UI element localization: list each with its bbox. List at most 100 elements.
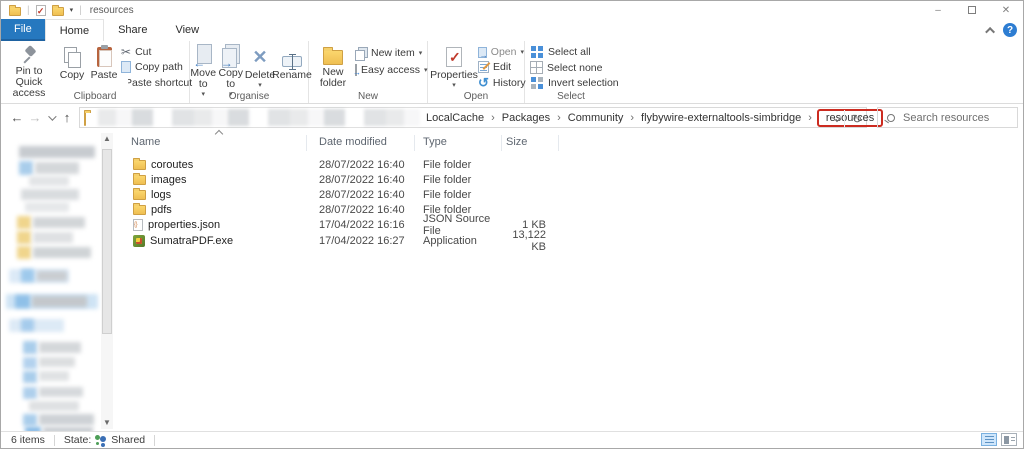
file-date-modified: 28/07/2022 16:40 bbox=[306, 204, 414, 216]
minimize-button[interactable]: – bbox=[921, 1, 955, 19]
ribbon-group-organise: ← Move to▾ → Copy to▾ ✕ Delete▾ Rename O… bbox=[190, 41, 309, 103]
breadcrumb-segment[interactable]: LocalCache bbox=[426, 112, 484, 124]
file-row[interactable]: SumatraPDF.exe17/04/2022 16:27Applicatio… bbox=[116, 233, 1023, 248]
history-icon: ↺ bbox=[478, 77, 489, 89]
file-type: File folder bbox=[414, 159, 501, 171]
tab-home[interactable]: Home bbox=[45, 19, 104, 41]
column-header-type[interactable]: Type bbox=[423, 136, 447, 148]
file-type: File folder bbox=[414, 174, 501, 186]
history-button[interactable]: ↺ History bbox=[478, 77, 524, 89]
file-name: properties.json bbox=[148, 219, 220, 231]
qat-properties-icon[interactable]: ✓ bbox=[36, 5, 46, 16]
maximize-button[interactable] bbox=[955, 1, 989, 19]
group-label-clipboard: Clipboard bbox=[1, 91, 189, 102]
application-icon bbox=[133, 235, 145, 247]
copy-path-button[interactable]: Copy path bbox=[121, 61, 189, 73]
breadcrumb-chevron-icon[interactable]: › bbox=[808, 112, 812, 124]
select-none-icon bbox=[530, 61, 543, 74]
invert-selection-button[interactable]: Invert selection bbox=[530, 77, 619, 89]
maximize-icon bbox=[968, 6, 976, 14]
explorer-window: | ✓ ▾ | resources – ✕ File Home Share Vi… bbox=[0, 0, 1024, 449]
item-count: 6 items bbox=[1, 434, 45, 446]
refresh-icon[interactable]: ↻ bbox=[844, 110, 862, 127]
quick-access-toolbar: | ✓ ▾ | resources bbox=[1, 5, 134, 16]
tab-file[interactable]: File bbox=[1, 19, 45, 41]
group-label-select: Select bbox=[525, 91, 617, 102]
move-to-button[interactable]: ← Move to▾ bbox=[190, 43, 217, 89]
dropdown-caret: ▾ bbox=[424, 66, 428, 74]
new-folder-button[interactable]: New folder bbox=[315, 43, 351, 89]
state-value: Shared bbox=[111, 434, 145, 446]
delete-button[interactable]: ✕ Delete▾ bbox=[245, 43, 275, 89]
breadcrumb-segment[interactable]: Packages bbox=[502, 112, 550, 124]
scroll-down-icon[interactable]: ▼ bbox=[101, 417, 113, 429]
shared-people-icon bbox=[94, 435, 108, 446]
address-folder-icon bbox=[84, 112, 86, 126]
column-header-size[interactable]: Size bbox=[506, 136, 527, 148]
search-icon bbox=[887, 114, 895, 122]
rename-button[interactable]: Rename bbox=[276, 43, 308, 89]
search-box[interactable] bbox=[877, 107, 1018, 128]
up-button[interactable]: ↑ bbox=[59, 110, 75, 125]
dropdown-caret: ▾ bbox=[520, 48, 524, 56]
edit-button[interactable]: Edit bbox=[478, 61, 524, 73]
paste-shortcut-button[interactable]: Paste shortcut bbox=[121, 77, 189, 89]
select-none-button[interactable]: Select none bbox=[530, 61, 619, 74]
forward-button[interactable]: → bbox=[27, 110, 43, 125]
file-date-modified: 28/07/2022 16:40 bbox=[306, 189, 414, 201]
paste-icon bbox=[97, 47, 112, 67]
address-row: ← → ↑ LocalCache › Packages › Community › flyb… bbox=[1, 104, 1023, 131]
properties-button[interactable]: Properties▾ bbox=[430, 43, 478, 89]
new-folder-icon bbox=[323, 50, 343, 65]
pushpin-icon bbox=[20, 44, 38, 66]
breadcrumb-chevron-icon[interactable]: › bbox=[630, 112, 634, 124]
file-row[interactable]: pdfs28/07/2022 16:40File folder bbox=[116, 203, 1023, 218]
cut-button[interactable]: ✂ Cut bbox=[121, 46, 189, 58]
column-header-date-modified[interactable]: Date modified bbox=[319, 136, 387, 148]
title-bar: | ✓ ▾ | resources – ✕ bbox=[1, 1, 1023, 19]
file-type: Application bbox=[414, 235, 501, 247]
new-item-button[interactable]: New item▾ bbox=[355, 46, 427, 60]
rename-icon bbox=[282, 56, 302, 67]
breadcrumb-chevron-icon[interactable]: › bbox=[557, 112, 561, 124]
close-button[interactable]: ✕ bbox=[989, 1, 1023, 19]
breadcrumb-chevron-icon[interactable]: › bbox=[491, 112, 495, 124]
help-icon[interactable]: ? bbox=[1003, 23, 1017, 37]
titlebar-divider: | bbox=[27, 5, 30, 16]
file-row[interactable]: coroutes28/07/2022 16:40File folder bbox=[116, 157, 1023, 172]
sidebar-scrollbar[interactable]: ▲ ▼ bbox=[101, 133, 113, 429]
recent-locations-icon[interactable] bbox=[48, 112, 56, 120]
open-button[interactable]: Open▾ bbox=[478, 46, 524, 58]
group-label-open: Open bbox=[428, 91, 524, 102]
select-all-button[interactable]: Select all bbox=[530, 46, 619, 58]
file-row[interactable]: logs28/07/2022 16:40File folder bbox=[116, 187, 1023, 202]
search-input[interactable] bbox=[903, 112, 1003, 124]
paste-button[interactable]: Paste bbox=[87, 43, 121, 89]
breadcrumb-segment[interactable]: flybywire-externaltools-simbridge bbox=[641, 112, 801, 124]
address-bar[interactable]: LocalCache › Packages › Community › flybywire-… bbox=[79, 107, 867, 128]
file-list: Name Date modified Type Size coroutes28/… bbox=[116, 131, 1023, 431]
pin-to-quick-access-button[interactable]: Pin to Quick access bbox=[1, 43, 57, 89]
tab-share[interactable]: Share bbox=[104, 19, 161, 41]
breadcrumb-segment[interactable]: Community bbox=[568, 112, 624, 124]
status-bar: 6 items State: Shared bbox=[1, 431, 1023, 448]
edit-icon bbox=[478, 61, 489, 73]
column-header-name[interactable]: Name bbox=[131, 136, 160, 148]
easy-access-button[interactable]: Easy access▾ bbox=[355, 63, 427, 77]
details-view-button[interactable] bbox=[981, 433, 997, 446]
back-button[interactable]: ← bbox=[9, 110, 25, 125]
file-date-modified: 28/07/2022 16:40 bbox=[306, 159, 414, 171]
tab-view[interactable]: View bbox=[161, 19, 213, 41]
main-content: ▲ ▼ Name Date modified Type Size coroute… bbox=[1, 131, 1023, 431]
move-to-icon: ← bbox=[193, 44, 213, 68]
copy-to-button[interactable]: → Copy to▾ bbox=[218, 43, 245, 89]
scrollbar-thumb[interactable] bbox=[102, 149, 112, 334]
scroll-up-icon[interactable]: ▲ bbox=[101, 133, 113, 145]
qat-customize-caret-icon[interactable]: ▾ bbox=[70, 6, 74, 14]
large-icons-view-button[interactable] bbox=[1001, 433, 1017, 446]
qat-new-folder-icon[interactable] bbox=[52, 7, 64, 16]
file-row[interactable]: properties.json17/04/2022 16:16JSON Sour… bbox=[116, 218, 1023, 233]
folder-icon bbox=[133, 190, 146, 200]
copy-button[interactable]: Copy bbox=[57, 43, 87, 89]
file-row[interactable]: images28/07/2022 16:40File folder bbox=[116, 172, 1023, 187]
